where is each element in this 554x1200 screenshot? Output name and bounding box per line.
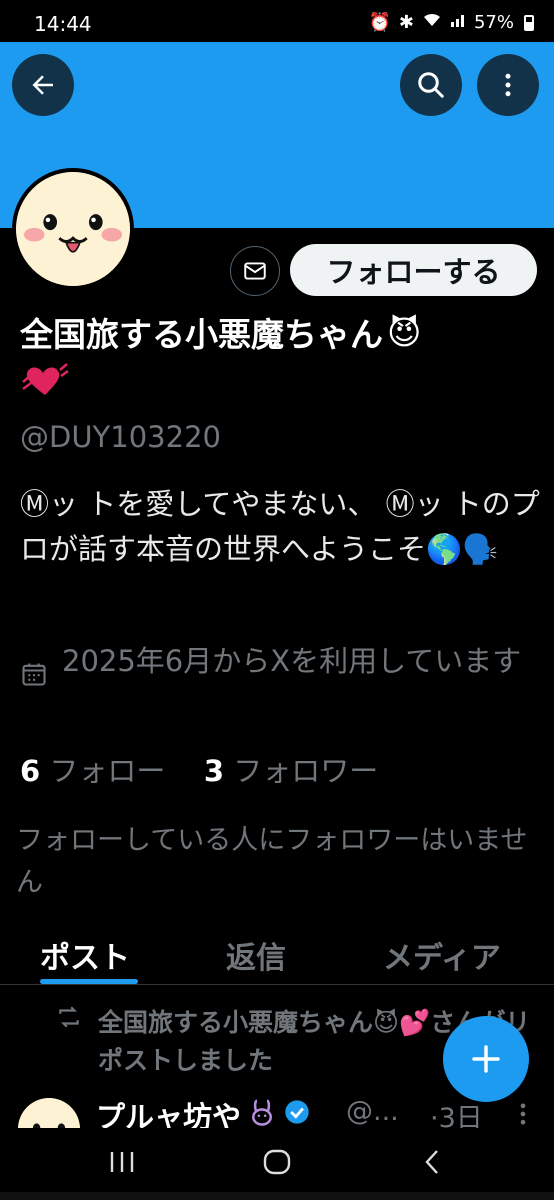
search-icon [418,72,444,98]
follow-button[interactable]: フォローする [290,244,537,296]
display-name-text: 全国旅する小悪魔ちゃん [20,315,383,354]
profile-avatar[interactable] [12,168,134,290]
profile-tabs: ポスト 返信 メディア [0,925,554,985]
status-time: 14:44 [34,12,92,36]
plus-icon [472,1045,500,1073]
envelope-icon [244,262,266,280]
tab-media[interactable]: メディア [383,933,501,977]
tab-posts[interactable]: ポスト [40,933,130,977]
compose-post-button[interactable] [443,1016,529,1102]
system-back-button[interactable] [402,1142,462,1182]
heart-emoji-icon [20,362,70,402]
profile-bio: Ⓜッ トを愛してやまない、 Ⓜッ トのプロが話す本音の世界へようこそ🌎🗣️ [20,487,540,566]
active-tab-indicator [40,979,138,984]
avatar-face-image [16,172,130,286]
recent-apps-icon [110,1152,134,1172]
followers-you-know-note: フォローしている人にフォロワーはいません [16,825,528,898]
repost-icon [56,1004,82,1034]
calendar-icon [20,660,48,692]
bluetooth-icon: ✱ [398,12,414,33]
following-link[interactable]: 6 フォロー [20,754,175,788]
post-author-handle: @... [346,1096,399,1127]
home-button[interactable] [247,1142,307,1182]
signal-icon [450,12,466,33]
display-name: 全国旅する小悪魔ちゃん 😈 [20,308,421,356]
battery-percent: 57% [473,12,514,33]
arrow-left-icon [32,75,53,95]
back-button[interactable] [12,54,74,116]
search-button[interactable] [400,54,462,116]
recent-apps-button[interactable] [92,1142,152,1182]
battery-icon [524,14,534,31]
wifi-icon [422,12,442,33]
follow-stats: 6 フォロー 3 フォロワー [20,748,378,790]
tab-replies[interactable]: 返信 [226,933,286,977]
joined-date: 2025年6月からXを利用しています [62,644,522,678]
devil-emoji: 😈 [387,312,422,352]
user-handle: @DUY103220 [20,420,221,454]
followers-link[interactable]: 3 フォロワー [204,754,378,788]
chevron-left-icon [425,1150,438,1174]
home-icon [263,1149,291,1175]
alarm-icon: ⏰ [368,12,391,33]
system-nav-bar [0,1128,554,1200]
more-vertical-icon [505,73,511,97]
status-bar: 14:44 ⏰ ✱ 57% [0,0,554,42]
more-options-button[interactable] [477,54,539,116]
following-count: 6 [20,754,41,788]
content-peek [0,1192,554,1200]
message-button[interactable] [230,246,280,296]
followers-label: フォロワー [233,754,379,788]
followers-count: 3 [203,754,225,788]
status-icons: ⏰ ✱ 57% [368,12,534,33]
following-label: フォロー [49,754,166,788]
